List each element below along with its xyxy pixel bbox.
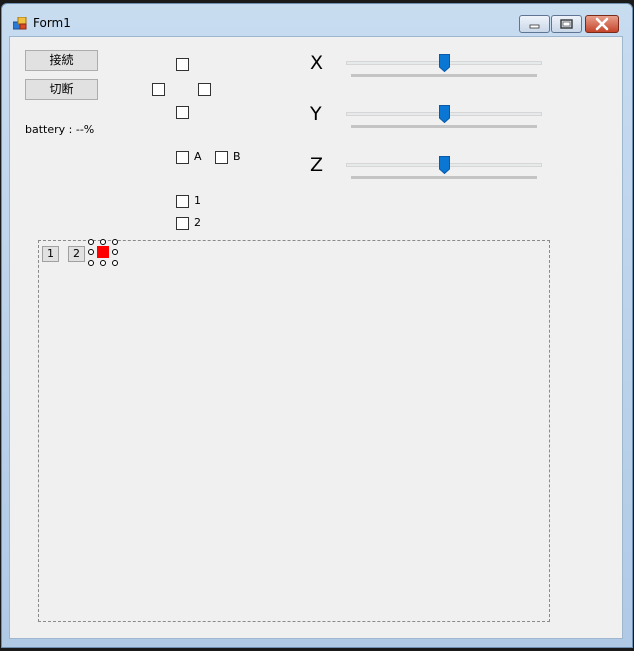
battery-label: battery : --% [25,123,95,136]
y-slider-ticks [351,125,537,128]
y-axis-label: Y [310,103,322,125]
button-1-checkbox[interactable] [176,195,189,208]
maximize-icon [560,19,573,29]
button-b-label: B [233,150,241,163]
z-slider-thumb[interactable] [438,156,450,174]
app-icon [13,17,27,30]
button-a-checkbox[interactable] [176,151,189,164]
z-slider-ticks [351,176,537,179]
minimize-button[interactable] [519,15,550,33]
button-b-checkbox[interactable] [215,151,228,164]
button-1-label: 1 [194,194,201,207]
dpad-down-checkbox[interactable] [176,106,189,119]
resize-handle-bottom-right[interactable] [112,260,118,266]
selected-red-box[interactable] [97,246,109,258]
window-title: Form1 [33,16,71,30]
drawing-panel[interactable]: 1 2 [38,239,550,622]
button-2-checkbox[interactable] [176,217,189,230]
close-button[interactable] [585,15,619,33]
z-axis-label: Z [310,154,324,176]
tab-2[interactable]: 2 [68,246,85,262]
resize-handle-left[interactable] [88,249,94,255]
title-bar[interactable]: Form1 [2,4,632,38]
resize-handle-right[interactable] [112,249,118,255]
y-slider-thumb[interactable] [438,105,450,123]
tab-1[interactable]: 1 [42,246,59,262]
minimize-icon [529,24,540,29]
x-slider-thumb[interactable] [438,54,450,72]
resize-handle-top-right[interactable] [112,239,118,245]
dpad-right-checkbox[interactable] [198,83,211,96]
dpad-up-checkbox[interactable] [176,58,189,71]
button-2-label: 2 [194,216,201,229]
window: Form1 接続 切断 battery : --% A B 1 2 X Y Z … [1,3,633,648]
disconnect-button[interactable]: 切断 [25,79,98,100]
button-a-label: A [194,150,202,163]
resize-handle-bottom[interactable] [100,260,106,266]
dpad-left-checkbox[interactable] [152,83,165,96]
x-slider-ticks [351,74,537,77]
resize-handle-top-left[interactable] [88,239,94,245]
form-client-area: 接続 切断 battery : --% A B 1 2 X Y Z 1 2 [9,36,623,639]
close-icon [595,17,609,31]
connect-button[interactable]: 接続 [25,50,98,71]
maximize-button[interactable] [551,15,582,33]
x-axis-label: X [310,52,324,74]
resize-handle-top[interactable] [100,239,106,245]
resize-handle-bottom-left[interactable] [88,260,94,266]
